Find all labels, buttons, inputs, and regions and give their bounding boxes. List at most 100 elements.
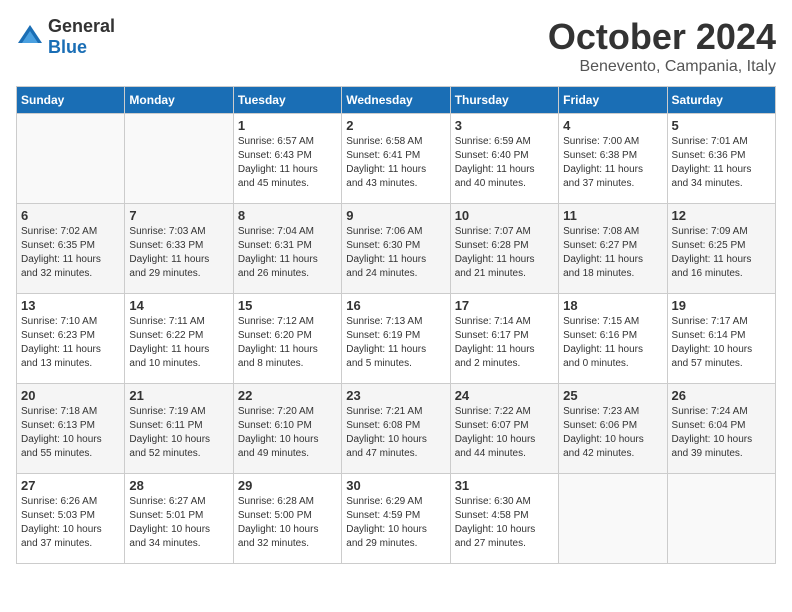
day-number: 2 [346,118,445,133]
day-cell: 23 Sunrise: 7:21 AMSunset: 6:08 PMDayligh… [342,384,450,474]
day-info: Sunrise: 7:02 AMSunset: 6:35 PMDaylight:… [21,225,120,281]
day-info: Sunrise: 7:04 AMSunset: 6:31 PMDaylight:… [238,225,337,281]
logo-general: General [48,16,115,36]
day-info: Sunrise: 6:30 AMSunset: 4:58 PMDaylight:… [455,495,554,551]
day-number: 18 [563,298,662,313]
day-info: Sunrise: 7:20 AMSunset: 6:10 PMDaylight:… [238,405,337,461]
day-cell: 14 Sunrise: 7:11 AMSunset: 6:22 PMDayligh… [125,294,233,384]
day-info: Sunrise: 7:09 AMSunset: 6:25 PMDaylight:… [672,225,771,281]
day-info: Sunrise: 7:19 AMSunset: 6:11 PMDaylight:… [129,405,228,461]
day-info: Sunrise: 6:58 AMSunset: 6:41 PMDaylight:… [346,135,445,191]
day-cell: 5 Sunrise: 7:01 AMSunset: 6:36 PMDaylight… [667,114,775,204]
day-number: 25 [563,388,662,403]
day-cell: 22 Sunrise: 7:20 AMSunset: 6:10 PMDayligh… [233,384,341,474]
weekday-header: SundayMondayTuesdayWednesdayThursdayFrid… [17,87,776,114]
day-cell: 10 Sunrise: 7:07 AMSunset: 6:28 PMDayligh… [450,204,558,294]
day-cell: 6 Sunrise: 7:02 AMSunset: 6:35 PMDaylight… [17,204,125,294]
day-number: 6 [21,208,120,223]
day-cell: 3Sunrise: 6:59 AMSunset: 6:40 PMDaylight… [450,114,558,204]
day-number: 4 [563,118,662,133]
day-number: 5 [672,118,771,133]
weekday-thursday: Thursday [450,87,558,114]
day-info: Sunrise: 7:00 AMSunset: 6:38 PMDaylight:… [563,135,662,191]
day-info: Sunrise: 7:24 AMSunset: 6:04 PMDaylight:… [672,405,771,461]
day-cell: 21 Sunrise: 7:19 AMSunset: 6:11 PMDayligh… [125,384,233,474]
logo-blue: Blue [48,37,87,57]
day-cell: 25Sunrise: 7:23 AMSunset: 6:06 PMDayligh… [559,384,667,474]
day-number: 14 [129,298,228,313]
week-row-2: 13Sunrise: 7:10 AMSunset: 6:23 PMDayligh… [17,294,776,384]
day-cell: 27 Sunrise: 6:26 AMSunset: 5:03 PMDayligh… [17,474,125,564]
day-number: 1 [238,118,337,133]
day-cell: 9 Sunrise: 7:06 AMSunset: 6:30 PMDaylight… [342,204,450,294]
day-info: Sunrise: 7:01 AMSunset: 6:36 PMDaylight:… [672,135,771,191]
week-row-0: 1 Sunrise: 6:57 AMSunset: 6:43 PMDaylight… [17,114,776,204]
logo: General Blue [16,16,115,58]
day-info: Sunrise: 6:26 AMSunset: 5:03 PMDaylight:… [21,495,120,551]
day-info: Sunrise: 7:11 AMSunset: 6:22 PMDaylight:… [129,315,228,371]
day-cell: 18 Sunrise: 7:15 AMSunset: 6:16 PMDayligh… [559,294,667,384]
week-row-1: 6 Sunrise: 7:02 AMSunset: 6:35 PMDaylight… [17,204,776,294]
day-info: Sunrise: 7:10 AMSunset: 6:23 PMDaylight:… [21,315,120,371]
day-number: 16 [346,298,445,313]
day-cell: 19Sunrise: 7:17 AMSunset: 6:14 PMDayligh… [667,294,775,384]
day-number: 12 [672,208,771,223]
day-cell: 12 Sunrise: 7:09 AMSunset: 6:25 PMDayligh… [667,204,775,294]
calendar-table: SundayMondayTuesdayWednesdayThursdayFrid… [16,86,776,564]
calendar-body: 1 Sunrise: 6:57 AMSunset: 6:43 PMDaylight… [17,114,776,564]
day-info: Sunrise: 7:08 AMSunset: 6:27 PMDaylight:… [563,225,662,281]
day-cell: 20Sunrise: 7:18 AMSunset: 6:13 PMDayligh… [17,384,125,474]
week-row-3: 20Sunrise: 7:18 AMSunset: 6:13 PMDayligh… [17,384,776,474]
day-info: Sunrise: 7:15 AMSunset: 6:16 PMDaylight:… [563,315,662,371]
day-cell: 11 Sunrise: 7:08 AMSunset: 6:27 PMDayligh… [559,204,667,294]
day-info: Sunrise: 6:28 AMSunset: 5:00 PMDaylight:… [238,495,337,551]
day-cell: 13Sunrise: 7:10 AMSunset: 6:23 PMDayligh… [17,294,125,384]
day-cell: 15 Sunrise: 7:12 AMSunset: 6:20 PMDayligh… [233,294,341,384]
day-info: Sunrise: 6:27 AMSunset: 5:01 PMDaylight:… [129,495,228,551]
page-header: General Blue October 2024 Benevento, Cam… [16,16,776,76]
day-info: Sunrise: 7:14 AMSunset: 6:17 PMDaylight:… [455,315,554,371]
title-block: October 2024 Benevento, Campania, Italy [548,16,776,76]
day-info: Sunrise: 7:18 AMSunset: 6:13 PMDaylight:… [21,405,120,461]
day-info: Sunrise: 7:22 AMSunset: 6:07 PMDaylight:… [455,405,554,461]
day-cell: 16Sunrise: 7:13 AMSunset: 6:19 PMDayligh… [342,294,450,384]
day-cell [559,474,667,564]
day-number: 21 [129,388,228,403]
day-cell: 28Sunrise: 6:27 AMSunset: 5:01 PMDayligh… [125,474,233,564]
day-number: 29 [238,478,337,493]
day-info: Sunrise: 7:06 AMSunset: 6:30 PMDaylight:… [346,225,445,281]
day-cell: 4 Sunrise: 7:00 AMSunset: 6:38 PMDaylight… [559,114,667,204]
day-number: 8 [238,208,337,223]
weekday-monday: Monday [125,87,233,114]
day-number: 9 [346,208,445,223]
weekday-sunday: Sunday [17,87,125,114]
day-info: Sunrise: 7:07 AMSunset: 6:28 PMDaylight:… [455,225,554,281]
day-number: 23 [346,388,445,403]
day-cell [17,114,125,204]
day-cell: 26 Sunrise: 7:24 AMSunset: 6:04 PMDayligh… [667,384,775,474]
day-number: 3 [455,118,554,133]
day-number: 27 [21,478,120,493]
day-info: Sunrise: 7:21 AMSunset: 6:08 PMDaylight:… [346,405,445,461]
day-number: 15 [238,298,337,313]
location-title: Benevento, Campania, Italy [548,58,776,76]
day-cell: 24 Sunrise: 7:22 AMSunset: 6:07 PMDayligh… [450,384,558,474]
weekday-tuesday: Tuesday [233,87,341,114]
day-number: 24 [455,388,554,403]
weekday-wednesday: Wednesday [342,87,450,114]
day-number: 10 [455,208,554,223]
day-number: 30 [346,478,445,493]
weekday-friday: Friday [559,87,667,114]
day-cell: 29 Sunrise: 6:28 AMSunset: 5:00 PMDayligh… [233,474,341,564]
day-number: 11 [563,208,662,223]
day-number: 26 [672,388,771,403]
day-number: 22 [238,388,337,403]
day-info: Sunrise: 7:12 AMSunset: 6:20 PMDaylight:… [238,315,337,371]
day-info: Sunrise: 6:57 AMSunset: 6:43 PMDaylight:… [238,135,337,191]
day-number: 17 [455,298,554,313]
day-info: Sunrise: 6:29 AMSunset: 4:59 PMDaylight:… [346,495,445,551]
week-row-4: 27 Sunrise: 6:26 AMSunset: 5:03 PMDayligh… [17,474,776,564]
day-cell: 7Sunrise: 7:03 AMSunset: 6:33 PMDaylight… [125,204,233,294]
day-number: 7 [129,208,228,223]
day-number: 31 [455,478,554,493]
